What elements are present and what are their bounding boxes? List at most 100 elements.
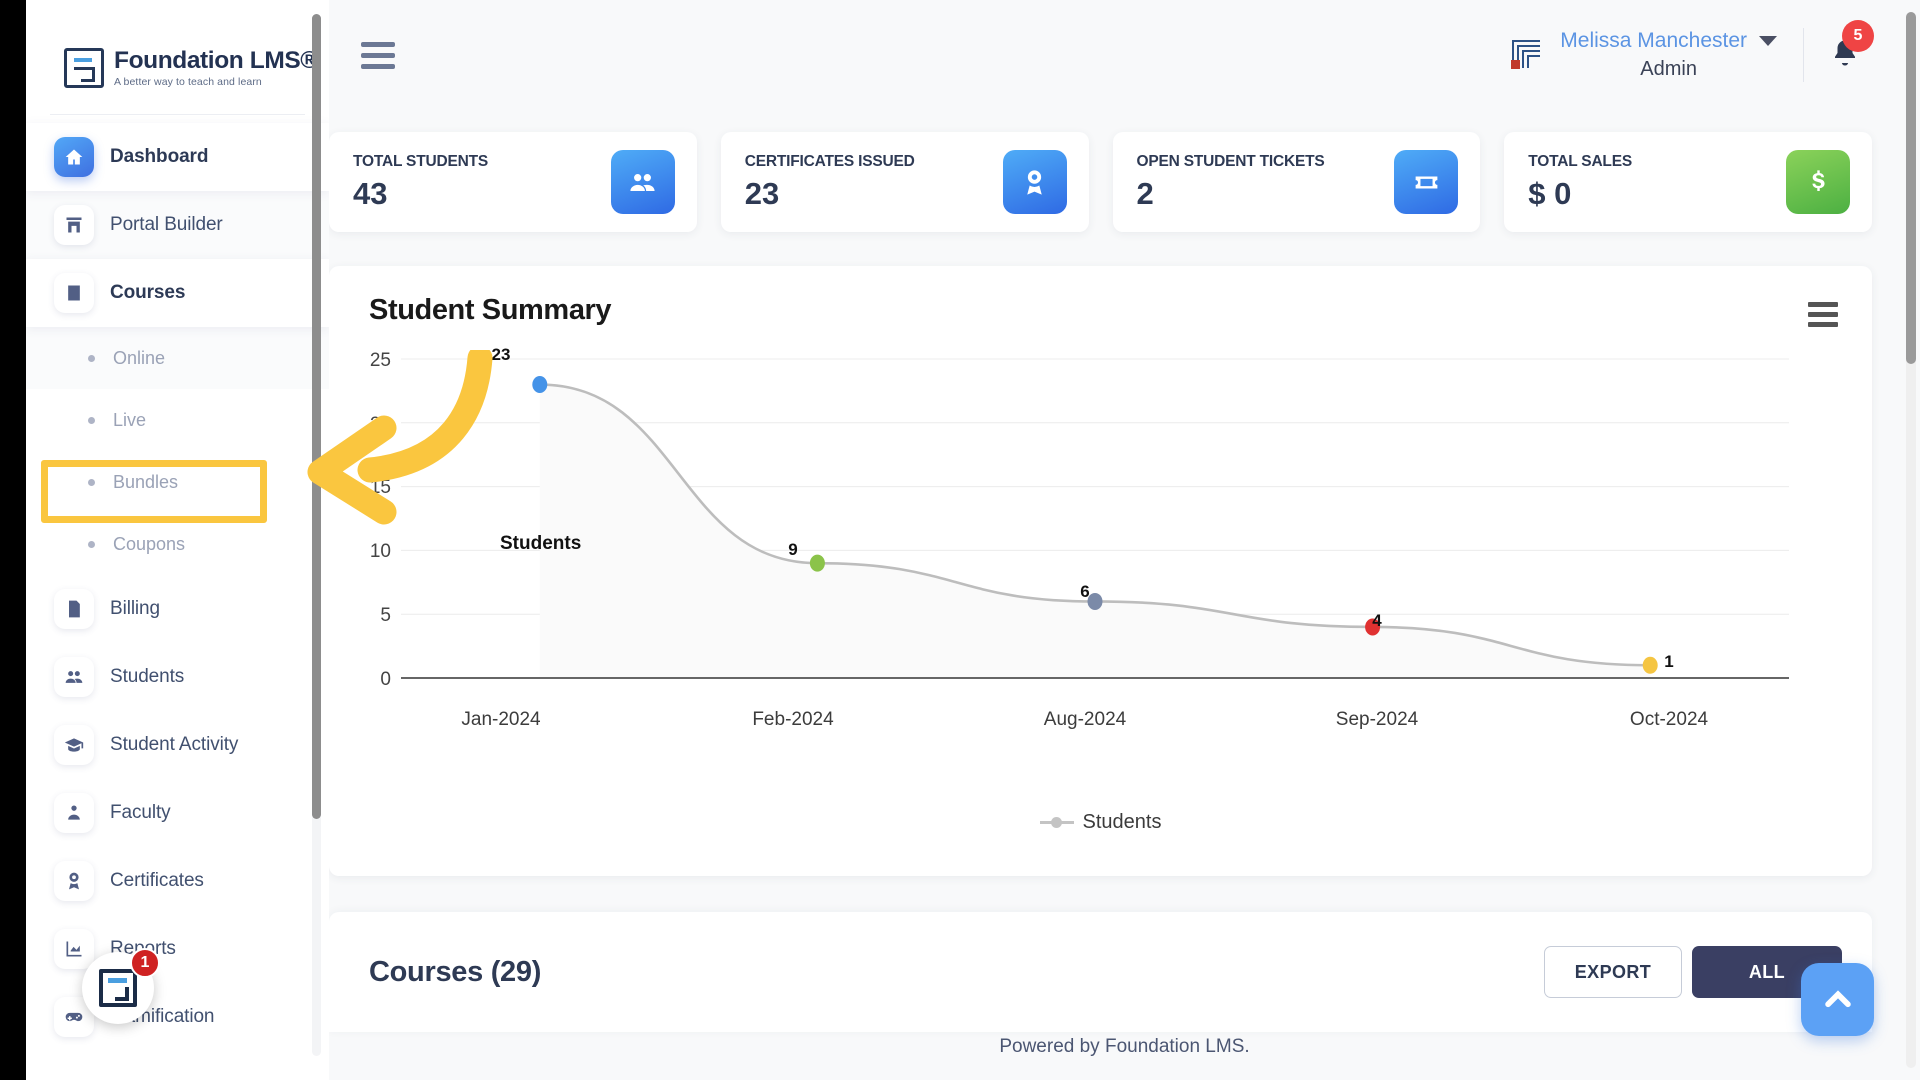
x-axis-tick: Sep-2024: [1335, 709, 1419, 730]
portal-icon: [54, 205, 94, 245]
sidebar-item-gamification[interactable]: Gamification: [26, 983, 329, 1051]
export-button[interactable]: EXPORT: [1544, 946, 1682, 998]
foundation-lms-logo-icon: [64, 48, 104, 88]
sidebar-subitem-online[interactable]: Online: [26, 327, 329, 389]
chart-icon: [54, 929, 94, 969]
main-scrollbar-thumb[interactable]: [1906, 12, 1916, 364]
sidebar-item-label: Students: [110, 666, 185, 687]
stat-value: 2: [1136, 175, 1154, 211]
hamburger-icon[interactable]: [361, 41, 395, 69]
sidebar-subitem-label: Live: [113, 409, 147, 430]
x-axis-tick: Jan-2024: [461, 709, 541, 730]
chevron-up-icon: [1824, 989, 1851, 1007]
sidebar-scrollbar[interactable]: [312, 14, 321, 1056]
stat-label: CERTIFICATES ISSUED: [744, 152, 915, 170]
brand-title: Foundation LMS®: [114, 46, 318, 74]
main-scrollbar[interactable]: [1906, 12, 1916, 1068]
main-content: Melissa Manchester Admin 5 TOTAL STUDENT…: [329, 0, 1920, 1080]
sidebar-subitem-label: Bundles: [113, 471, 179, 492]
sidebar-item-courses[interactable]: Courses: [26, 259, 329, 327]
chart-menu-icon[interactable]: [1808, 302, 1838, 327]
bullet-icon: [88, 540, 95, 548]
company-logo-icon: [1508, 38, 1542, 72]
sidebar-subitem-bundles[interactable]: Bundles: [26, 451, 329, 513]
stat-label: TOTAL STUDENTS: [353, 152, 488, 170]
sidebar-subitem-coupons[interactable]: Coupons: [26, 513, 329, 575]
topbar-separator: [1803, 28, 1804, 82]
chart-title: Student Summary: [369, 294, 612, 326]
sidebar-item-reports[interactable]: Reports: [26, 915, 329, 983]
sidebar-item-label: Faculty: [110, 802, 171, 823]
sidebar-subitem-label: Coupons: [113, 533, 186, 554]
app-root: Foundation LMS® A better way to teach an…: [0, 0, 1920, 1080]
invoice-icon: [54, 589, 94, 629]
sidebar-item-label: Student Activity: [110, 734, 239, 755]
stat-card-certificates-issued[interactable]: CERTIFICATES ISSUED 23: [720, 132, 1089, 232]
notifications-button[interactable]: 5: [1830, 19, 1874, 75]
sidebar-item-dashboard[interactable]: Dashboard: [26, 123, 329, 191]
stat-value: 43: [353, 175, 388, 211]
faculty-icon: [54, 793, 94, 833]
courses-panel: Courses (29) EXPORT ALL: [329, 912, 1872, 1032]
data-point-label: 23: [491, 345, 511, 364]
user-name: Melissa Manchester: [1560, 28, 1747, 52]
sidebar-item-billing[interactable]: Billing: [26, 575, 329, 643]
dollar-icon: [1786, 150, 1850, 214]
y-axis-tick: 0: [380, 669, 391, 690]
y-axis-tick: 15: [369, 477, 391, 498]
bullet-icon: [88, 478, 95, 486]
brand-tagline: A better way to teach and learn: [114, 76, 262, 88]
people-icon: [54, 657, 94, 697]
bullet-icon: [88, 416, 95, 424]
stat-card-total-sales[interactable]: TOTAL SALES $ 0: [1504, 132, 1872, 232]
courses-title: Courses (29): [369, 955, 542, 988]
ticket-icon: [1394, 150, 1459, 214]
certificate-icon: [54, 861, 94, 901]
sidebar-subitem-label: Online: [113, 347, 166, 368]
sidebar: Foundation LMS® A better way to teach an…: [26, 0, 329, 1080]
certificate-icon: [1002, 150, 1067, 214]
topbar-right: Melissa Manchester Admin 5: [1508, 19, 1874, 82]
student-summary-chart-panel: Student Summary 25 20 15 10 5 0 Students…: [329, 266, 1872, 876]
sidebar-subitem-live[interactable]: Live: [26, 389, 329, 451]
stat-value: 23: [744, 175, 780, 211]
y-axis-tick: 25: [369, 350, 391, 371]
y-axis-tick: 5: [380, 605, 391, 626]
data-point-label: 9: [788, 540, 798, 559]
data-point-label: 4: [1372, 611, 1382, 630]
stat-label: OPEN STUDENT TICKETS: [1136, 152, 1325, 170]
sidebar-item-label: Certificates: [110, 870, 204, 891]
sidebar-item-label: Courses: [110, 282, 186, 303]
courses-actions: EXPORT ALL: [1544, 946, 1842, 998]
floating-logo-badge[interactable]: 1: [82, 948, 160, 1024]
user-menu[interactable]: Melissa Manchester Admin: [1560, 28, 1777, 82]
y-axis-tick: 10: [369, 541, 391, 562]
sidebar-item-label: Portal Builder: [110, 214, 223, 235]
user-role: Admin: [1640, 58, 1697, 81]
brand-logo[interactable]: Foundation LMS® A better way to teach an…: [26, 0, 329, 110]
y-axis-tick: 20: [369, 414, 391, 435]
stat-card-open-student-tickets[interactable]: OPEN STUDENT TICKETS 2: [1112, 132, 1481, 232]
stat-card-total-students[interactable]: TOTAL STUDENTS 43: [329, 132, 697, 232]
sidebar-item-label: Billing: [110, 598, 160, 619]
bullet-icon: [88, 354, 95, 362]
chevron-down-icon[interactable]: [1759, 36, 1777, 46]
chart-inline-series-label: Students: [500, 533, 582, 554]
sidebar-scrollbar-thumb[interactable]: [312, 14, 321, 819]
sidebar-item-certificates[interactable]: Certificates: [26, 847, 329, 915]
home-icon: [54, 137, 94, 177]
chart-legend[interactable]: Students: [329, 811, 1872, 834]
sidebar-item-faculty[interactable]: Faculty: [26, 779, 329, 847]
sidebar-item-portal-builder[interactable]: Portal Builder: [26, 191, 329, 259]
sidebar-item-students[interactable]: Students: [26, 643, 329, 711]
stat-value: $ 0: [1528, 175, 1572, 211]
legend-label: Students: [1082, 811, 1162, 833]
x-axis-tick: Oct-2024: [1629, 709, 1709, 730]
people-icon: [610, 150, 675, 214]
sidebar-item-student-activity[interactable]: Student Activity: [26, 711, 329, 779]
data-point-label: 1: [1664, 652, 1674, 671]
stat-label: TOTAL SALES: [1528, 152, 1632, 170]
scroll-to-top-button[interactable]: [1801, 963, 1874, 1036]
legend-marker-icon: [1039, 817, 1074, 828]
topbar: Melissa Manchester Admin 5: [329, 0, 1920, 110]
